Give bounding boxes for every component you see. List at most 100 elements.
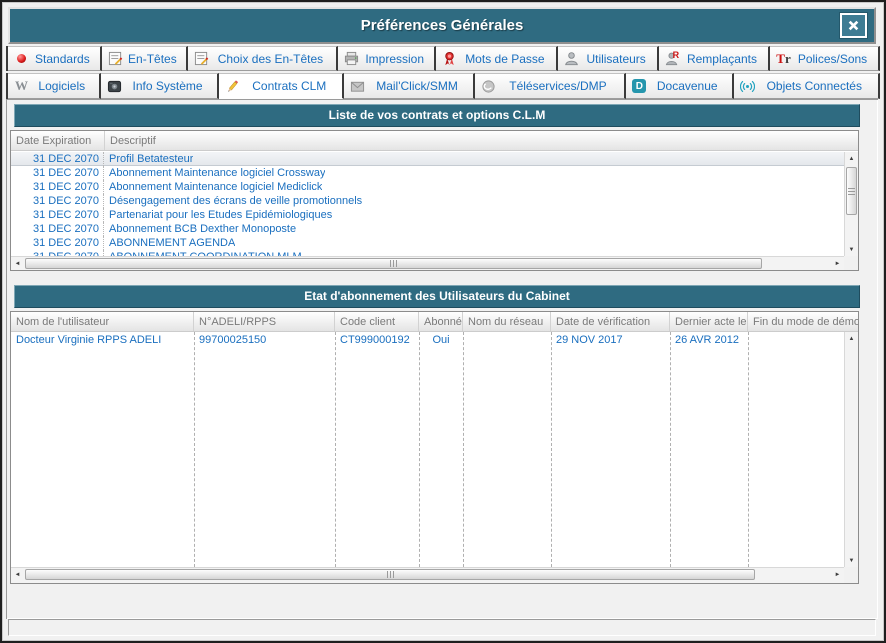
user-code-client: CT999000192 bbox=[335, 332, 419, 349]
header-doc-icon bbox=[193, 51, 210, 67]
user-icon bbox=[563, 51, 580, 67]
scroll-up-icon[interactable] bbox=[845, 332, 858, 345]
scrollbar-corner bbox=[844, 567, 858, 583]
users-table-header: Nom de l'utilisateur N°ADELI/RPPS Code c… bbox=[11, 312, 858, 332]
contract-date: 31 DEC 2070 bbox=[11, 208, 104, 222]
contracts-vertical-scrollbar[interactable] bbox=[844, 152, 858, 256]
tab-label: Info Système bbox=[123, 79, 213, 93]
contract-row[interactable]: 31 DEC 2070 Désengagement des écrans de … bbox=[11, 194, 844, 208]
window-title: Préférences Générales bbox=[361, 17, 524, 34]
tab-en-tetes[interactable]: En-Têtes bbox=[102, 46, 188, 71]
column-divider bbox=[194, 332, 195, 567]
scroll-right-icon[interactable] bbox=[831, 568, 844, 581]
tab-teleservices-dmp[interactable]: Téléservices/DMP bbox=[475, 73, 626, 99]
tab-contrats-clm[interactable]: Contrats CLM bbox=[219, 73, 344, 99]
contract-desc: Abonnement BCB Dexther Monoposte bbox=[104, 222, 296, 236]
contract-row[interactable]: 31 DEC 2070 Abonnement BCB Dexther Monop… bbox=[11, 222, 844, 236]
user-fin-demo bbox=[748, 332, 753, 349]
tab-label: Polices/Sons bbox=[792, 52, 873, 66]
column-header-dernier-acte[interactable]: Dernier acte le bbox=[670, 312, 748, 331]
contract-date: 31 DEC 2070 bbox=[11, 152, 104, 166]
contrats-clm-panel: Liste de vos contrats et options C.L.M D… bbox=[6, 99, 878, 619]
close-icon bbox=[848, 20, 859, 31]
tab-mailclick-smm[interactable]: Mail'Click/SMM bbox=[344, 73, 475, 99]
pencil-icon bbox=[224, 78, 241, 94]
close-button[interactable] bbox=[840, 13, 867, 38]
contract-date: 31 DEC 2070 bbox=[11, 194, 104, 208]
scrollbar-thumb[interactable] bbox=[25, 569, 755, 580]
column-header-fin-mode-demo[interactable]: Fin du mode de démons bbox=[748, 312, 858, 331]
scroll-left-icon[interactable] bbox=[11, 568, 24, 581]
column-header-nom-utilisateur[interactable]: Nom de l'utilisateur bbox=[11, 312, 194, 331]
column-header-descriptif[interactable]: Descriptif bbox=[105, 131, 858, 150]
tab-row-1: Standards En-Têtes Choix des En-Têtes Im… bbox=[6, 46, 880, 71]
contract-row[interactable]: 31 DEC 2070 ABONNEMENT AGENDA bbox=[11, 236, 844, 250]
tab-utilisateurs[interactable]: Utilisateurs bbox=[558, 46, 659, 71]
column-divider bbox=[748, 332, 749, 567]
column-divider bbox=[419, 332, 420, 567]
tab-label: Logiciels bbox=[30, 79, 94, 93]
contracts-horizontal-scrollbar[interactable] bbox=[11, 256, 844, 270]
contract-row[interactable]: 31 DEC 2070 Partenariat pour les Etudes … bbox=[11, 208, 844, 222]
tab-logiciels[interactable]: W Logiciels bbox=[8, 73, 101, 99]
font-tr-icon: Tr bbox=[775, 51, 792, 67]
contract-desc: Partenariat pour les Etudes Epidémiologi… bbox=[104, 208, 332, 222]
scrollbar-corner bbox=[844, 256, 858, 270]
tab-label: Remplaçants bbox=[681, 52, 763, 66]
tab-impression[interactable]: Impression bbox=[338, 46, 436, 71]
tab-label: Téléservices/DMP bbox=[497, 79, 619, 93]
w-letter-icon: W bbox=[13, 78, 30, 94]
contract-desc: Désengagement des écrans de veille promo… bbox=[104, 194, 362, 208]
contracts-listbox: Date Expiration Descriptif 31 DEC 2070 P… bbox=[10, 130, 859, 271]
scrollbar-thumb[interactable] bbox=[25, 258, 762, 269]
tab-objets-connectes[interactable]: Objets Connectés bbox=[734, 73, 880, 99]
contracts-list-body: 31 DEC 2070 Profil Betatesteur 31 DEC 20… bbox=[11, 152, 844, 256]
tab-label: Standards bbox=[30, 52, 95, 66]
tab-polices-sons[interactable]: Tr Polices/Sons bbox=[770, 46, 880, 71]
tab-label: Contrats CLM bbox=[241, 79, 337, 93]
scroll-right-icon[interactable] bbox=[831, 257, 844, 270]
contract-date: 31 DEC 2070 bbox=[11, 236, 104, 250]
column-divider bbox=[551, 332, 552, 567]
column-divider bbox=[670, 332, 671, 567]
column-header-date-expiration[interactable]: Date Expiration bbox=[11, 131, 105, 150]
tab-info-systeme[interactable]: Info Système bbox=[101, 73, 220, 99]
scroll-down-icon[interactable] bbox=[845, 554, 858, 567]
column-header-code-client[interactable]: Code client bbox=[335, 312, 419, 331]
users-vertical-scrollbar[interactable] bbox=[844, 332, 858, 567]
user-adeli: 99700025150 bbox=[194, 332, 335, 349]
contract-date: 31 DEC 2070 bbox=[11, 166, 104, 180]
tab-docavenue[interactable]: D Docavenue bbox=[626, 73, 734, 99]
r-badge: R bbox=[673, 50, 680, 60]
mail-icon bbox=[349, 78, 366, 94]
tab-remplacants[interactable]: R Remplaçants bbox=[659, 46, 770, 71]
title-bar: Préférences Générales bbox=[8, 7, 876, 44]
tab-choix-des-en-tetes[interactable]: Choix des En-Têtes bbox=[188, 46, 338, 71]
contract-desc: Profil Betatesteur bbox=[104, 152, 193, 166]
globe-icon bbox=[480, 78, 497, 94]
contract-row[interactable]: 31 DEC 2070 Abonnement Maintenance logic… bbox=[11, 180, 844, 194]
user-row[interactable]: Docteur Virginie RPPS ADELI 99700025150 … bbox=[11, 332, 844, 349]
contract-row[interactable]: 31 DEC 2070 Profil Betatesteur bbox=[11, 152, 844, 166]
column-header-date-verification[interactable]: Date de vérification bbox=[551, 312, 670, 331]
users-table-body: Docteur Virginie RPPS ADELI 99700025150 … bbox=[11, 332, 844, 567]
scroll-left-icon[interactable] bbox=[11, 257, 24, 270]
column-header-nom-reseau[interactable]: Nom du réseau bbox=[463, 312, 551, 331]
user-dernier-acte: 26 AVR 2012 bbox=[670, 332, 748, 349]
column-divider bbox=[463, 332, 464, 567]
tab-mots-de-passe[interactable]: Mots de Passe bbox=[436, 46, 558, 71]
column-header-abonne[interactable]: Abonné bbox=[419, 312, 463, 331]
column-header-adeli-rpps[interactable]: N°ADELI/RPPS bbox=[194, 312, 335, 331]
users-table: Nom de l'utilisateur N°ADELI/RPPS Code c… bbox=[10, 311, 859, 584]
contract-row[interactable]: 31 DEC 2070 Abonnement Maintenance logic… bbox=[11, 166, 844, 180]
scroll-up-icon[interactable] bbox=[845, 152, 858, 165]
scroll-down-icon[interactable] bbox=[845, 243, 858, 256]
contract-desc: ABONNEMENT AGENDA bbox=[104, 236, 235, 250]
tab-label: Mail'Click/SMM bbox=[366, 79, 468, 93]
users-horizontal-scrollbar[interactable] bbox=[11, 567, 844, 583]
tab-label: Utilisateurs bbox=[580, 52, 652, 66]
tab-label: Impression bbox=[360, 52, 429, 66]
tab-label: Docavenue bbox=[648, 79, 727, 93]
tab-standards[interactable]: Standards bbox=[8, 46, 102, 71]
scrollbar-thumb[interactable] bbox=[846, 167, 857, 215]
